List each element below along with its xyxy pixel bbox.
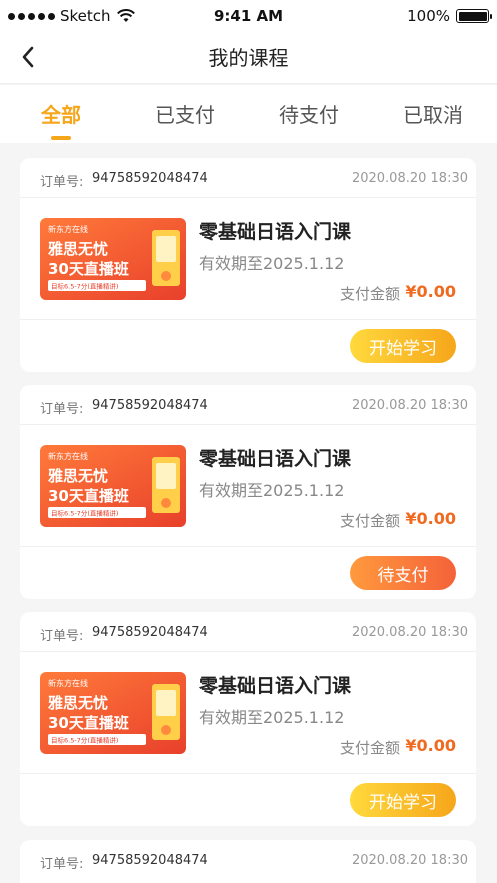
tab-pending[interactable]: 待支付 bbox=[279, 99, 339, 128]
battery-icon bbox=[456, 9, 492, 23]
status-right: 100% bbox=[407, 7, 492, 25]
page-title: 我的课程 bbox=[208, 46, 289, 70]
order-footer: 待支付 bbox=[20, 547, 476, 599]
pay-amount-label: 支付金额 bbox=[339, 512, 400, 530]
order-header: 订单号: 94758592048474 2020.08.20 18:30 bbox=[20, 840, 476, 880]
thumb-sub: 目标6.5-7分(直播精讲) bbox=[51, 509, 118, 518]
tab-active-indicator bbox=[51, 136, 71, 140]
order-date: 2020.08.20 18:30 bbox=[351, 625, 468, 640]
tab-paid[interactable]: 已支付 bbox=[155, 99, 215, 128]
order-number-label: 订单号: bbox=[40, 175, 84, 190]
order-body: 新东方在线 雅思无忧 30天直播班 目标6.5-7分(直播精讲) 零基础日语入门… bbox=[20, 425, 476, 547]
tab-bar: 全部 已支付 待支付 已取消 bbox=[0, 85, 497, 143]
validity-text: 有效期至2025.1.12 bbox=[199, 254, 345, 273]
thumb-brand: 新东方在线 bbox=[48, 678, 88, 688]
tab-label: 全部 bbox=[41, 103, 81, 127]
thumb-line2: 30天直播班 bbox=[48, 487, 129, 505]
tab-all[interactable]: 全部 bbox=[41, 99, 81, 140]
validity-text: 有效期至2025.1.12 bbox=[199, 708, 345, 727]
order-card[interactable]: 订单号: 94758592048474 2020.08.20 18:30 新东方… bbox=[20, 612, 476, 826]
status-bar: Sketch 9:41 AM 100% bbox=[0, 0, 497, 32]
start-learning-button[interactable]: 开始学习 bbox=[350, 783, 456, 817]
thumb-line2: 30天直播班 bbox=[48, 260, 129, 278]
order-date: 2020.08.20 18:30 bbox=[351, 398, 468, 413]
price: ¥0.00 bbox=[405, 736, 456, 755]
order-footer: 开始学习 bbox=[20, 320, 476, 372]
battery-percent: 100% bbox=[407, 7, 450, 25]
start-learning-button[interactable]: 开始学习 bbox=[350, 329, 456, 363]
order-header: 订单号: 94758592048474 2020.08.20 18:30 bbox=[20, 158, 476, 198]
order-date: 2020.08.20 18:30 bbox=[351, 853, 468, 868]
order-number: 94758592048474 bbox=[92, 625, 208, 640]
order-card[interactable]: 订单号: 94758592048474 2020.08.20 18:30 bbox=[20, 840, 476, 883]
order-number-label: 订单号: bbox=[40, 629, 84, 644]
order-card[interactable]: 订单号: 94758592048474 2020.08.20 18:30 新东方… bbox=[20, 158, 476, 372]
order-header: 订单号: 94758592048474 2020.08.20 18:30 bbox=[20, 612, 476, 652]
validity-text: 有效期至2025.1.12 bbox=[199, 481, 345, 500]
order-number: 94758592048474 bbox=[92, 853, 208, 868]
pay-now-button[interactable]: 待支付 bbox=[350, 556, 456, 590]
thumb-sub: 目标6.5-7分(直播精讲) bbox=[51, 282, 118, 291]
order-date: 2020.08.20 18:30 bbox=[351, 171, 468, 186]
order-body: 新东方在线 雅思无忧 30天直播班 目标6.5-7分(直播精讲) 零基础日语入门… bbox=[20, 198, 476, 320]
order-number: 94758592048474 bbox=[92, 398, 208, 413]
tab-label: 已取消 bbox=[403, 103, 463, 127]
course-thumbnail: 新东方在线 雅思无忧 30天直播班 目标6.5-7分(直播精讲) bbox=[40, 218, 186, 300]
thumb-line1: 雅思无忧 bbox=[47, 694, 108, 712]
order-card[interactable]: 订单号: 94758592048474 2020.08.20 18:30 新东方… bbox=[20, 385, 476, 599]
thumb-line1: 雅思无忧 bbox=[47, 467, 108, 485]
thumb-brand: 新东方在线 bbox=[48, 224, 88, 234]
thumb-line2: 30天直播班 bbox=[48, 714, 129, 732]
order-number-label: 订单号: bbox=[40, 402, 84, 417]
order-number: 94758592048474 bbox=[92, 171, 208, 186]
tab-label: 已支付 bbox=[155, 103, 215, 127]
course-title[interactable]: 零基础日语入门课 bbox=[199, 217, 351, 244]
thumb-sub: 目标6.5-7分(直播精讲) bbox=[51, 736, 118, 745]
course-title[interactable]: 零基础日语入门课 bbox=[199, 444, 351, 471]
thumb-brand: 新东方在线 bbox=[48, 451, 88, 461]
pay-amount-label: 支付金额 bbox=[339, 739, 400, 757]
course-thumbnail: 新东方在线 雅思无忧 30天直播班 目标6.5-7分(直播精讲) bbox=[40, 445, 186, 527]
course-title[interactable]: 零基础日语入门课 bbox=[199, 671, 351, 698]
order-number-label: 订单号: bbox=[40, 857, 84, 872]
course-thumbnail: 新东方在线 雅思无忧 30天直播班 目标6.5-7分(直播精讲) bbox=[40, 672, 186, 754]
order-header: 订单号: 94758592048474 2020.08.20 18:30 bbox=[20, 385, 476, 425]
tab-label: 待支付 bbox=[279, 103, 339, 127]
tab-cancelled[interactable]: 已取消 bbox=[403, 99, 463, 128]
nav-bar: 我的课程 bbox=[0, 32, 497, 84]
pay-amount-label: 支付金额 bbox=[339, 285, 400, 303]
order-body: 新东方在线 雅思无忧 30天直播班 目标6.5-7分(直播精讲) 零基础日语入门… bbox=[20, 652, 476, 774]
price: ¥0.00 bbox=[405, 509, 456, 528]
price: ¥0.00 bbox=[405, 282, 456, 301]
thumb-line1: 雅思无忧 bbox=[47, 240, 108, 258]
order-footer: 开始学习 bbox=[20, 774, 476, 826]
